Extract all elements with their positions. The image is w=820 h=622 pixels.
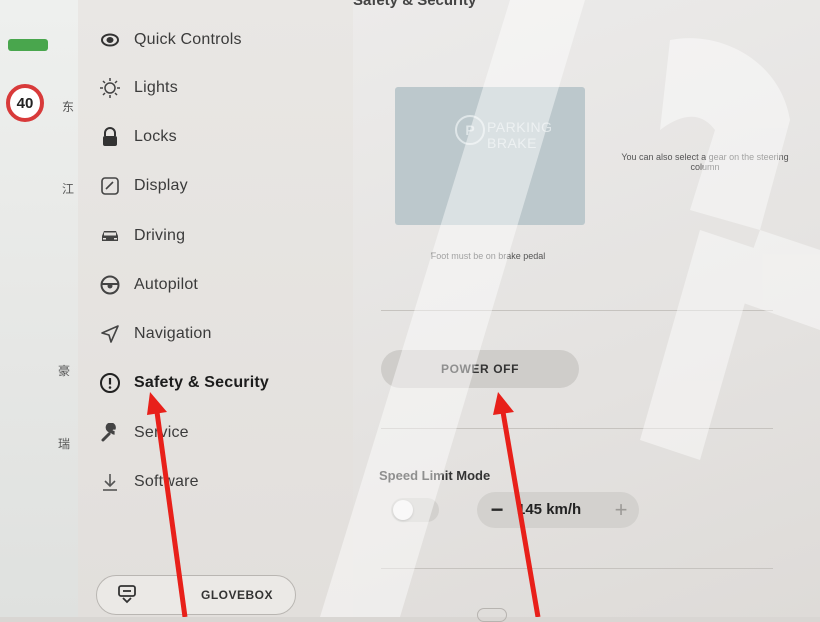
display-icon	[98, 174, 122, 198]
speed-limit-toggle[interactable]	[391, 498, 439, 522]
car-eye-icon	[98, 28, 122, 52]
sidebar-item-display[interactable]: Display	[98, 168, 348, 204]
sidebar-item-service[interactable]: Service	[98, 415, 348, 451]
wrench-icon	[98, 421, 122, 445]
sidebar-item-label: Software	[134, 473, 199, 490]
sidebar-item-lights[interactable]: Lights	[98, 70, 348, 106]
sidebar-item-label: Locks	[134, 128, 177, 145]
sidebar-item-label: Safety & Security	[134, 374, 270, 391]
divider	[381, 568, 773, 569]
bottom-toggle[interactable]	[477, 608, 507, 622]
sun-light-icon	[98, 76, 122, 100]
speed-limit-value: 145 km/h	[517, 501, 582, 518]
sidebar-item-safety-security[interactable]: Safety & Security	[98, 365, 348, 401]
map-label: 瑞	[58, 437, 71, 451]
parking-brake-icon: P	[455, 115, 485, 145]
speed-limit-stepper: − 145 km/h +	[477, 492, 639, 528]
sidebar-item-navigation[interactable]: Navigation	[98, 316, 348, 352]
gear-hint-text: You can also select a gear on the steeri…	[621, 152, 789, 172]
steering-wheel-icon	[98, 273, 122, 297]
safety-security-panel: Safety & Security P PARKING BRAKE You ca…	[353, 0, 820, 622]
sidebar-item-locks[interactable]: Locks	[98, 119, 348, 155]
power-off-button[interactable]: POWER OFF	[381, 350, 579, 388]
parking-brake-label: PARKING BRAKE	[487, 119, 553, 151]
toggle-knob	[393, 500, 413, 520]
glovebox-button[interactable]: GLOVEBOX	[96, 575, 296, 615]
power-off-label: POWER OFF	[440, 362, 520, 376]
lock-icon	[98, 125, 122, 149]
battery-icon	[8, 39, 48, 51]
map-label: 东	[62, 100, 75, 114]
car-icon	[98, 224, 122, 248]
glovebox-icon	[117, 584, 137, 609]
map-strip[interactable]: 40 东 江 豪 瑞	[0, 0, 79, 617]
page-title: Safety & Security	[353, 0, 477, 9]
glovebox-label: GLOVEBOX	[201, 588, 274, 602]
increase-button[interactable]: +	[609, 497, 633, 522]
settings-sidebar: Quick Controls Lights Locks Display Driv…	[78, 0, 353, 617]
sidebar-item-label: Service	[134, 424, 189, 441]
sidebar-item-driving[interactable]: Driving	[98, 218, 348, 254]
parking-brake-button[interactable]: P PARKING BRAKE	[395, 87, 585, 225]
decrease-button[interactable]: −	[485, 497, 509, 522]
sidebar-item-label: Quick Controls	[134, 31, 242, 48]
sidebar-item-label: Lights	[134, 79, 178, 96]
sidebar-item-label: Autopilot	[134, 276, 199, 293]
speed-limit-mode-label: Speed Limit Mode	[379, 468, 491, 483]
speed-limit-value: 40	[16, 94, 34, 112]
divider	[381, 310, 773, 311]
sidebar-item-autopilot[interactable]: Autopilot	[98, 267, 348, 303]
divider	[381, 428, 773, 429]
navigation-arrow-icon	[98, 322, 122, 346]
download-icon	[98, 470, 122, 494]
map-label: 豪	[58, 364, 71, 378]
sidebar-item-quick-controls[interactable]: Quick Controls	[98, 22, 348, 58]
sidebar-item-software[interactable]: Software	[98, 464, 348, 500]
map-label: 江	[62, 182, 75, 196]
speed-limit-sign: 40	[6, 84, 44, 122]
sidebar-item-label: Display	[134, 177, 188, 194]
brake-hint-text: Foot must be on brake pedal	[430, 251, 546, 261]
sidebar-item-label: Navigation	[134, 325, 212, 342]
sidebar-item-label: Driving	[134, 227, 186, 244]
exclamation-circle-icon	[98, 371, 122, 395]
